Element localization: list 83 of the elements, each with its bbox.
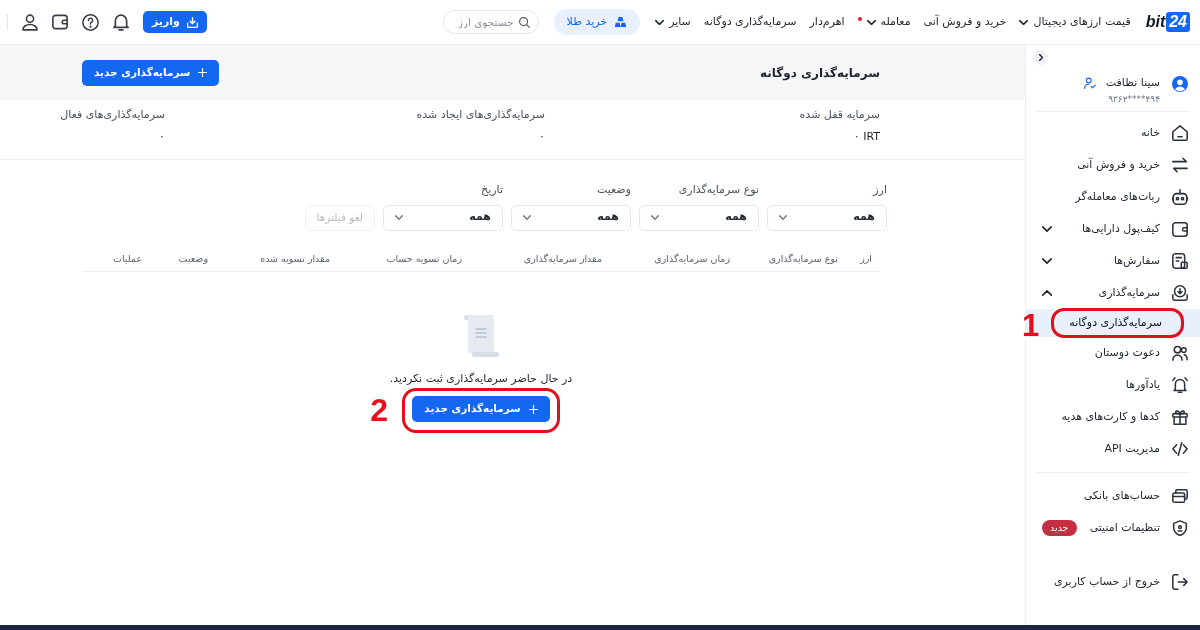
sidebar-item[interactable]: ربات‌های معامله‌گر bbox=[1026, 181, 1200, 213]
sidebar-item[interactable]: یادآورها bbox=[1026, 369, 1200, 401]
chevron-down-icon bbox=[395, 215, 403, 220]
deposit-button[interactable]: واریز bbox=[143, 11, 207, 33]
sidebar-item[interactable]: کیف‌پول دارایی‌ها bbox=[1026, 213, 1200, 245]
circle-download-icon bbox=[1172, 285, 1188, 301]
chevron-down-icon bbox=[779, 215, 787, 220]
nav-link[interactable]: اهرم‌دار bbox=[809, 13, 845, 31]
new-investment-button[interactable]: سرمایه‌گذاری جدید bbox=[412, 396, 550, 422]
receipt-icon bbox=[1172, 253, 1188, 269]
plus-icon bbox=[198, 68, 208, 77]
verified-user-icon bbox=[1083, 76, 1096, 89]
column-header: مقدار تسویه شده bbox=[260, 251, 330, 266]
nav-link[interactable]: خرید و فروش آنی bbox=[923, 13, 1007, 31]
collapse-button[interactable] bbox=[1033, 50, 1048, 65]
logo-text: bit bbox=[1145, 14, 1166, 30]
stat-label: سرمایه قفل شده bbox=[799, 107, 880, 123]
avatar-icon bbox=[1172, 76, 1188, 92]
search-icon bbox=[518, 17, 530, 28]
ingots-icon bbox=[614, 17, 628, 27]
filter-select[interactable]: همه bbox=[511, 204, 631, 231]
buy-bullion-button[interactable]: خرید طلا bbox=[553, 9, 641, 35]
chevron-down-icon bbox=[651, 215, 659, 220]
new-investment-button[interactable]: سرمایه‌گذاری جدید bbox=[82, 59, 220, 86]
step-number: 2 bbox=[370, 394, 389, 426]
column-header: نوع سرمایه‌گذاری bbox=[768, 251, 838, 266]
sidebar-item[interactable]: کدها و کارت‌های هدیه bbox=[1026, 401, 1200, 433]
gift-icon bbox=[1172, 409, 1188, 425]
logout-icon bbox=[1172, 574, 1188, 590]
page-title: سرمایه‌گذاری دوگانه bbox=[760, 64, 880, 82]
filter-label: نوع سرمایه‌گذاری bbox=[678, 182, 759, 198]
column-header: عملیات bbox=[113, 251, 142, 266]
stat-value: ۰ IRT bbox=[853, 128, 880, 145]
home-icon bbox=[1172, 125, 1188, 141]
filter-label: وضعیت bbox=[596, 182, 631, 198]
bell-icon[interactable] bbox=[113, 13, 129, 31]
nav-link[interactable]: معامله bbox=[857, 13, 911, 31]
stat-label: سرمایه‌گذاری‌های ایجاد شده bbox=[416, 107, 545, 123]
shield-icon bbox=[1172, 520, 1188, 536]
robot-icon bbox=[1172, 189, 1188, 205]
user-icon[interactable] bbox=[22, 13, 38, 31]
alarm-icon bbox=[1172, 377, 1188, 393]
people-icon bbox=[1172, 345, 1188, 361]
sidebar-item[interactable]: سرمایه‌گذاری bbox=[1026, 277, 1200, 309]
wallet-icon[interactable] bbox=[52, 14, 68, 30]
filter-select[interactable]: همه bbox=[639, 204, 759, 231]
stat-value: ۰ bbox=[159, 128, 165, 145]
stat-value: ۰ bbox=[539, 128, 545, 145]
sidebar-item[interactable]: مدیریت API bbox=[1026, 433, 1200, 465]
help-icon[interactable] bbox=[82, 13, 99, 31]
new-badge: جدید bbox=[1042, 520, 1077, 536]
sidebar-item[interactable]: تنظیمات امنیتی جدید bbox=[1026, 512, 1200, 544]
filter-select[interactable]: همه bbox=[383, 204, 503, 231]
chevron-down-icon bbox=[523, 215, 531, 220]
phone-number: ۹۳۶۲****۴۹۴ bbox=[1108, 93, 1160, 105]
column-header: وضعیت bbox=[178, 251, 208, 266]
chevron-right-icon bbox=[1038, 54, 1043, 61]
document-icon bbox=[463, 314, 499, 357]
sidebar-item[interactable]: سفارش‌ها bbox=[1026, 245, 1200, 277]
sidebar-item[interactable]: خانه bbox=[1026, 117, 1200, 149]
tray-download-icon bbox=[186, 16, 198, 28]
sidebar-item[interactable]: خرید و فروش آنی bbox=[1026, 149, 1200, 181]
filter-label: تاریخ bbox=[481, 182, 503, 198]
code-icon bbox=[1172, 441, 1188, 457]
nav-link[interactable]: سرمایه‌گذاری دوگانه bbox=[703, 13, 797, 31]
sidebar-item[interactable]: حساب‌های بانکی bbox=[1026, 480, 1200, 512]
search-field[interactable]: جستجوی ارز bbox=[442, 10, 539, 34]
logout-item[interactable]: خروج از حساب کاربری bbox=[1026, 566, 1200, 598]
empty-message: در حال حاضر سرمایه‌گذاری ثبت نکردید. bbox=[389, 370, 573, 387]
column-header: ارز bbox=[860, 251, 872, 266]
plus-icon bbox=[528, 404, 538, 414]
stat-label: سرمایه‌گذاری‌های فعال bbox=[60, 107, 165, 123]
column-header: زمان سرمایه‌گذاری bbox=[654, 251, 730, 266]
user-name: سینا نظافت bbox=[1105, 75, 1160, 90]
filter-label: ارز bbox=[873, 182, 887, 198]
nav-link[interactable]: سایر bbox=[655, 13, 691, 31]
cards-icon bbox=[1172, 488, 1188, 504]
filter-select[interactable]: همه bbox=[767, 204, 887, 231]
logo-badge: 24 bbox=[1166, 12, 1190, 32]
wallet-icon bbox=[1172, 221, 1188, 237]
column-header: مقدار سرمایه‌گذاری bbox=[523, 251, 602, 266]
nav-link[interactable]: قیمت ارزهای دیجیتال bbox=[1019, 13, 1131, 31]
column-header: زمان تسویه حساب bbox=[386, 251, 462, 266]
